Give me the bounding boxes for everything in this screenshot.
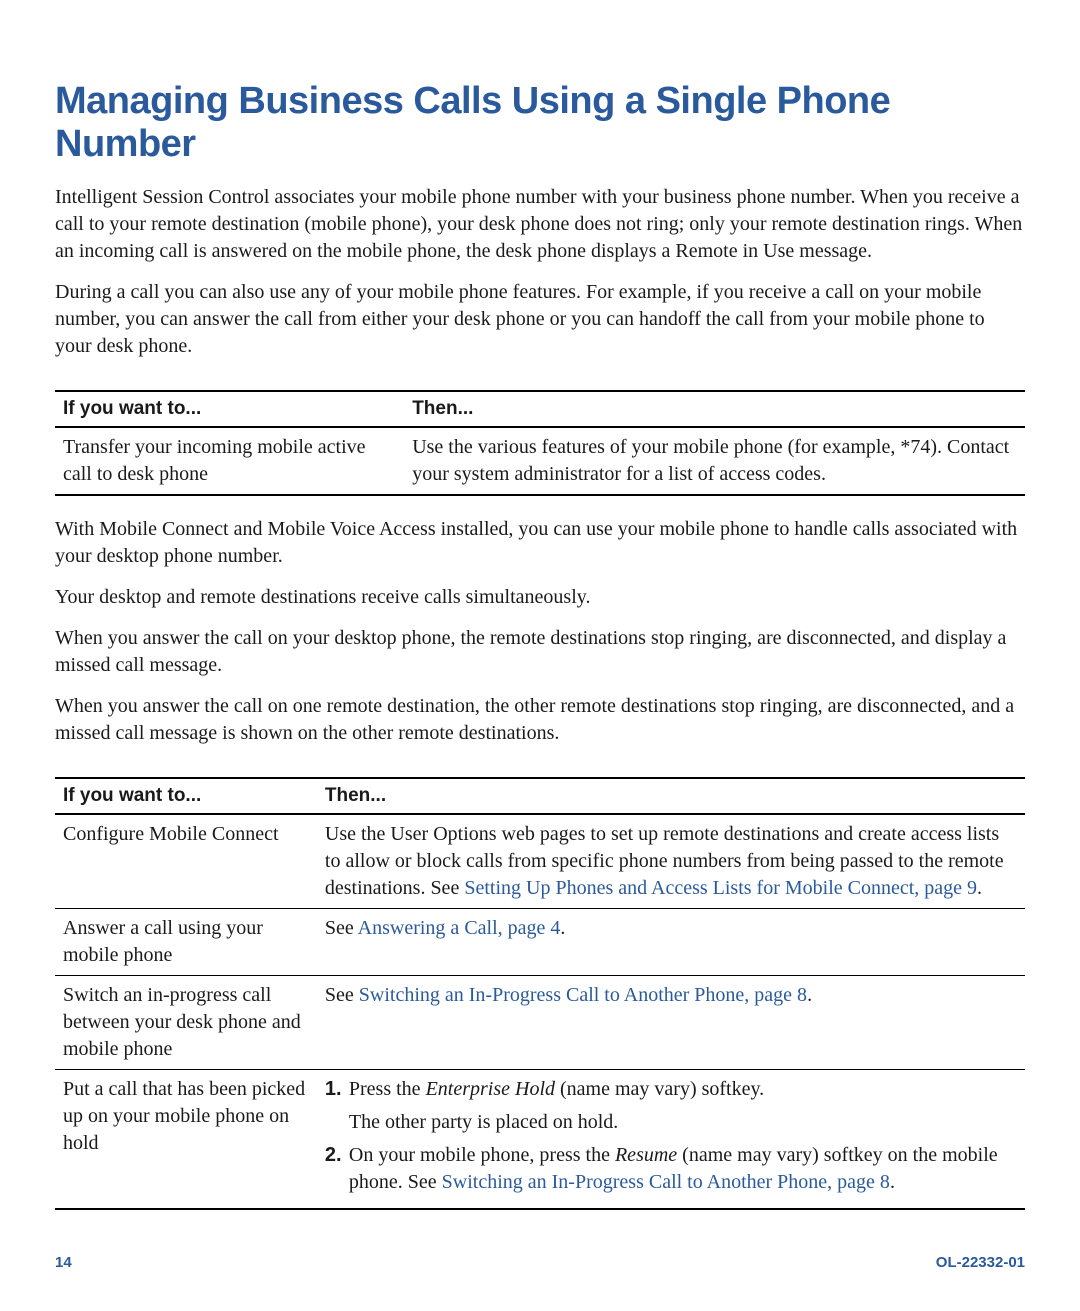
step-text-end: (name may vary) softkey. — [555, 1078, 764, 1100]
table-header-row: If you want to... Then... — [55, 391, 1025, 427]
instruction-text: See — [325, 984, 359, 1006]
step-item: 2. On your mobile phone, press the Resum… — [325, 1142, 1017, 1196]
step-text-end: . — [890, 1171, 895, 1193]
instruction-text: See — [325, 917, 358, 939]
body-paragraph-5: When you answer the call on your desktop… — [55, 625, 1025, 679]
step-number: 2. — [325, 1142, 349, 1196]
transfer-table: If you want to... Then... Transfer your … — [55, 390, 1025, 496]
cross-reference-link[interactable]: Answering a Call, page 4 — [358, 917, 561, 939]
softkey-name: Resume — [615, 1144, 677, 1166]
table-row: Transfer your incoming mobile active cal… — [55, 427, 1025, 495]
instruction-text-end: . — [977, 877, 982, 899]
table-row: Answer a call using your mobile phone Se… — [55, 909, 1025, 976]
table-header-ifyouwantto: If you want to... — [55, 391, 404, 427]
body-paragraph-6: When you answer the call on one remote d… — [55, 693, 1025, 747]
page-title: Managing Business Calls Using a Single P… — [55, 80, 1025, 166]
softkey-name: Enterprise Hold — [426, 1078, 555, 1100]
step-text: On your mobile phone, press the — [349, 1144, 615, 1166]
step-body: Press the Enterprise Hold (name may vary… — [349, 1076, 1017, 1136]
step-body: On your mobile phone, press the Resume (… — [349, 1142, 1017, 1196]
intro-paragraph-1: Intelligent Session Control associates y… — [55, 184, 1025, 265]
table-row: Switch an in-progress call between your … — [55, 976, 1025, 1070]
table-cell-instruction: Use the User Options web pages to set up… — [317, 814, 1025, 909]
table-row: Configure Mobile Connect Use the User Op… — [55, 814, 1025, 909]
table-cell-instruction: 1. Press the Enterprise Hold (name may v… — [317, 1070, 1025, 1210]
step-subtext: The other party is placed on hold. — [349, 1109, 1017, 1136]
page-footer: 14 OL-22332-01 — [55, 1254, 1025, 1271]
step-text: Press the — [349, 1078, 426, 1100]
body-paragraph-4: Your desktop and remote destinations rec… — [55, 584, 1025, 611]
cross-reference-link[interactable]: Switching an In-Progress Call to Another… — [442, 1171, 890, 1193]
table-row: Put a call that has been picked up on yo… — [55, 1070, 1025, 1210]
table-header-then: Then... — [404, 391, 1025, 427]
cross-reference-link[interactable]: Setting Up Phones and Access Lists for M… — [464, 877, 977, 899]
instruction-text-end: . — [560, 917, 565, 939]
page-number: 14 — [55, 1254, 72, 1271]
step-list: 1. Press the Enterprise Hold (name may v… — [325, 1076, 1017, 1196]
table-cell-instruction: See Switching an In-Progress Call to Ano… — [317, 976, 1025, 1070]
step-number: 1. — [325, 1076, 349, 1136]
document-id: OL-22332-01 — [936, 1254, 1025, 1271]
document-page: Managing Business Calls Using a Single P… — [0, 0, 1080, 1311]
table-header-then: Then... — [317, 778, 1025, 814]
table-cell-action: Switch an in-progress call between your … — [55, 976, 317, 1070]
table-cell-action: Put a call that has been picked up on yo… — [55, 1070, 317, 1210]
table-cell-instruction: Use the various features of your mobile … — [404, 427, 1025, 495]
intro-paragraph-2: During a call you can also use any of yo… — [55, 279, 1025, 360]
table-header-row: If you want to... Then... — [55, 778, 1025, 814]
mobile-connect-table: If you want to... Then... Configure Mobi… — [55, 777, 1025, 1210]
table-cell-action: Transfer your incoming mobile active cal… — [55, 427, 404, 495]
table-cell-action: Configure Mobile Connect — [55, 814, 317, 909]
cross-reference-link[interactable]: Switching an In-Progress Call to Another… — [359, 984, 807, 1006]
table-cell-instruction: See Answering a Call, page 4. — [317, 909, 1025, 976]
step-item: 1. Press the Enterprise Hold (name may v… — [325, 1076, 1017, 1136]
instruction-text-end: . — [807, 984, 812, 1006]
body-paragraph-3: With Mobile Connect and Mobile Voice Acc… — [55, 516, 1025, 570]
table-header-ifyouwantto: If you want to... — [55, 778, 317, 814]
table-cell-action: Answer a call using your mobile phone — [55, 909, 317, 976]
